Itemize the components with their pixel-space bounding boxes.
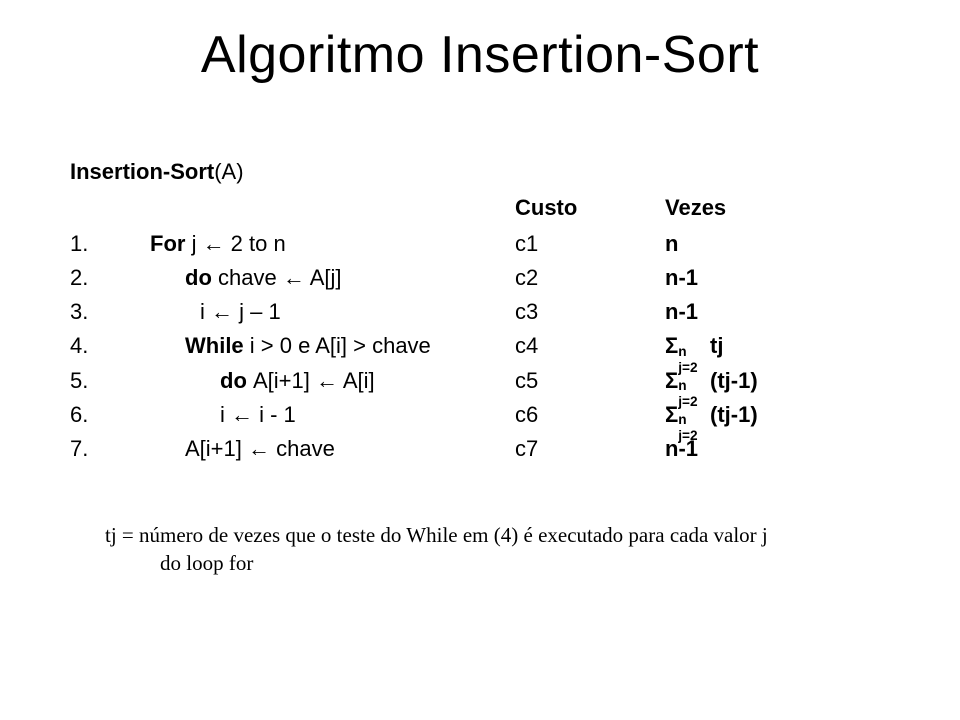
code-text: A[i+1] ← chave (115, 432, 515, 466)
keyword: While (185, 333, 250, 358)
line-number: 7. (70, 432, 115, 466)
footnote-line1: tj = número de vezes que o teste do Whil… (105, 523, 768, 547)
sigma-icon: Σ (665, 402, 678, 427)
line-number: 2. (70, 261, 115, 295)
sigma-term: tj (710, 333, 723, 358)
code-text: For j ← 2 to n (115, 227, 515, 261)
line-number: 6. (70, 398, 115, 432)
sigma-lower: j=2 (678, 425, 697, 446)
slide-title: Algoritmo Insertion-Sort (50, 25, 910, 85)
procedure-arg: (A) (214, 159, 243, 184)
times-value: n-1 (665, 432, 910, 466)
code-row: 2.do chave ← A[j]c2n-1 (70, 261, 910, 295)
code-row: 3. i ← j – 1 c3n-1 (70, 295, 910, 329)
times-value: n-1 (665, 295, 910, 329)
sigma-term: (tj-1) (710, 402, 758, 427)
code-fragment: A[i+1] ← chave (185, 436, 335, 461)
code-row: 4.While i > 0 e A[i] > chavec4Σnj=2tj (70, 329, 910, 363)
code-fragment: i ← i - 1 (220, 402, 296, 427)
cost-value: c1 (515, 227, 665, 261)
times-value: Σnj=2tj (665, 329, 910, 363)
header-cost: Custo (515, 191, 665, 225)
code-fragment: chave ← A[j] (218, 265, 342, 290)
procedure-name: Insertion-Sort (70, 159, 214, 184)
sigma-icon: Σ (665, 368, 678, 393)
code-text: i ← j – 1 (115, 295, 515, 329)
cost-value: c3 (515, 295, 665, 329)
column-headers: Custo Vezes (70, 191, 910, 225)
header-times: Vezes (665, 191, 910, 225)
times-value: n (665, 227, 910, 261)
line-number: 4. (70, 329, 115, 363)
keyword: do (220, 368, 253, 393)
line-number: 1. (70, 227, 115, 261)
line-number: 3. (70, 295, 115, 329)
code-rows-container: 1.For j ← 2 to nc1n2.do chave ← A[j]c2n-… (70, 227, 910, 466)
times-value: n-1 (665, 261, 910, 295)
cost-value: c4 (515, 329, 665, 363)
code-fragment: A[i+1] ← A[i] (253, 368, 375, 393)
code-row: 5.do A[i+1] ← A[i]c5Σnj=2(tj-1) (70, 364, 910, 398)
code-fragment: j ← 2 to n (192, 231, 286, 256)
cost-value: c7 (515, 432, 665, 466)
sigma-icon: Σ (665, 333, 678, 358)
code-text: do chave ← A[j] (115, 261, 515, 295)
cost-value: c6 (515, 398, 665, 432)
line-number: 5. (70, 364, 115, 398)
code-fragment: i > 0 e A[i] > chave (250, 333, 431, 358)
times-value: Σnj=2(tj-1) (665, 364, 910, 398)
code-text: i ← i - 1 (115, 398, 515, 432)
footnote: tj = número de vezes que o teste do Whil… (70, 521, 910, 578)
sigma-term: (tj-1) (710, 368, 758, 393)
code-row: 6. i ← i - 1 c6Σnj=2(tj-1) (70, 398, 910, 432)
cost-value: c5 (515, 364, 665, 398)
slide-body: Insertion-Sort(A) Custo Vezes 1.For j ← … (50, 155, 910, 578)
code-text: do A[i+1] ← A[i] (115, 364, 515, 398)
keyword: do (185, 265, 218, 290)
code-row: 1.For j ← 2 to nc1n (70, 227, 910, 261)
procedure-heading: Insertion-Sort(A) (70, 155, 910, 189)
keyword: For (150, 231, 192, 256)
footnote-line2: do loop for (105, 549, 910, 577)
code-fragment: i ← j – 1 (200, 299, 281, 324)
times-value: Σnj=2(tj-1) (665, 398, 910, 432)
code-row: 7. A[i+1] ← chave c7n-1 (70, 432, 910, 466)
cost-value: c2 (515, 261, 665, 295)
code-text: While i > 0 e A[i] > chave (115, 329, 515, 363)
